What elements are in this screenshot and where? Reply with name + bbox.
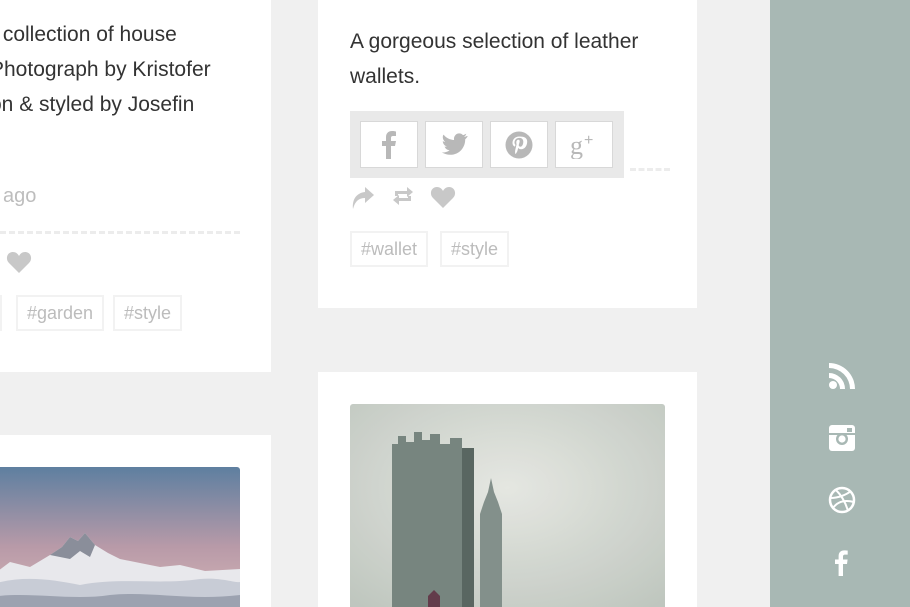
divider <box>630 168 670 171</box>
heart-icon[interactable] <box>6 250 32 274</box>
share-facebook-button[interactable] <box>360 121 418 168</box>
pinterest-icon <box>505 131 533 159</box>
heart-icon[interactable] <box>430 185 456 214</box>
share-twitter-button[interactable] <box>425 121 483 168</box>
tag-partial[interactable] <box>0 295 2 331</box>
tag-wallet[interactable]: #wallet <box>350 231 429 267</box>
divider <box>0 231 240 234</box>
post-card-mountain <box>0 435 271 607</box>
twitter-icon <box>440 132 468 157</box>
facebook-icon[interactable] <box>828 548 856 576</box>
tag-garden[interactable]: #garden <box>16 295 105 331</box>
tag-style[interactable]: #style <box>113 295 183 331</box>
tag-style[interactable]: #style <box>440 231 510 267</box>
google-plus-icon: g + <box>569 131 599 159</box>
facebook-icon <box>381 130 397 159</box>
post-card-city <box>318 372 697 607</box>
post-timestamp[interactable]: ago <box>3 185 36 208</box>
sidebar <box>770 0 910 607</box>
dribbble-icon[interactable] <box>828 486 856 514</box>
reblog-icon[interactable] <box>391 185 415 212</box>
instagram-icon[interactable] <box>828 424 856 452</box>
share-google-plus-button[interactable]: g + <box>555 121 613 168</box>
share-pinterest-button[interactable] <box>490 121 548 168</box>
post-card-house: r collection of house Photograph by Kris… <box>0 0 271 372</box>
post-caption: r collection of house Photograph by Kris… <box>0 23 211 116</box>
post-card-wallets: A gorgeous selection of leather wallets.… <box>318 0 697 308</box>
rss-icon[interactable] <box>828 362 856 390</box>
city-skyscraper-photo[interactable] <box>350 404 665 607</box>
share-panel: g + <box>350 111 624 178</box>
share-arrow-icon[interactable] <box>351 185 375 216</box>
svg-text:g: g <box>570 131 583 159</box>
mountain-photo[interactable] <box>0 467 240 607</box>
post-caption: A gorgeous selection of leather wallets. <box>350 30 639 88</box>
svg-text:+: + <box>584 132 593 149</box>
post-actions <box>350 185 470 215</box>
